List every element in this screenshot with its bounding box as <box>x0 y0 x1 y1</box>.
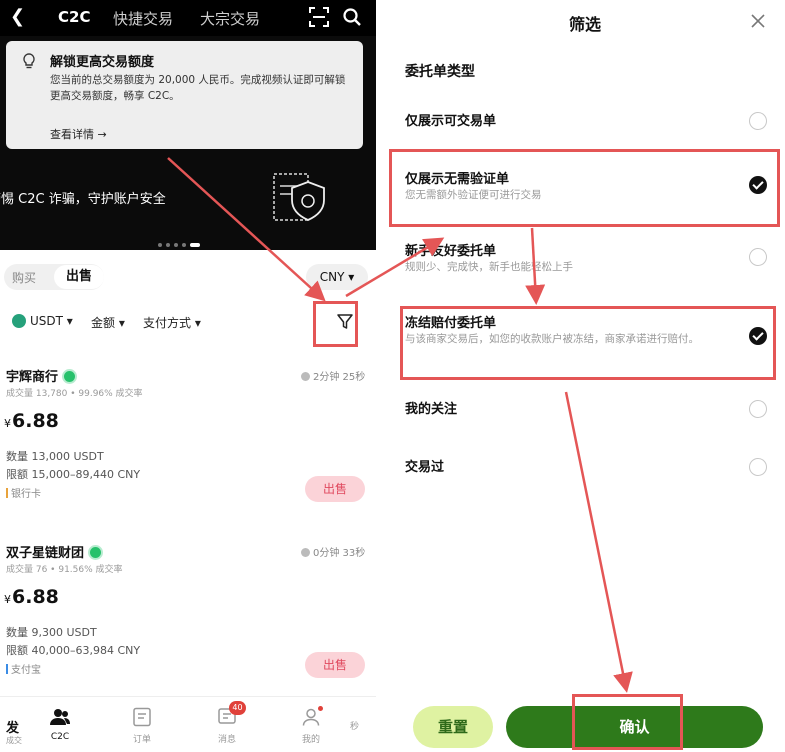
price: ¥6.88 <box>4 586 59 608</box>
payment-method-text: 支付宝 <box>11 665 41 676</box>
price: ¥6.88 <box>4 410 59 432</box>
top-bar: ❮ C2C 快捷交易 大宗交易 <box>0 0 376 36</box>
buy-sell-toggle: 购买 出售 <box>4 264 104 290</box>
tab-quick-trade[interactable]: 快捷交易 <box>113 8 173 29</box>
sheet-title: 筛选 <box>568 15 601 34</box>
scan-icon[interactable] <box>309 7 329 31</box>
security-shield-icon <box>268 168 338 232</box>
payment-marker <box>6 488 8 498</box>
highlight-confirm-button <box>572 694 683 750</box>
payment-method: 支付宝 <box>6 661 41 676</box>
clock-icon <box>301 548 310 557</box>
carousel-dots <box>158 234 204 253</box>
coin-filter-label: USDT ▾ <box>30 314 73 328</box>
sell-tab[interactable]: 出售 <box>54 265 104 289</box>
option-title: 交易过 <box>405 460 445 475</box>
option-title: 仅展示可交易单 <box>405 114 497 129</box>
carousel-dot-active[interactable] <box>190 242 200 247</box>
response-timer: 2分钟 25秒 <box>301 368 365 383</box>
nav-label: C2C <box>50 732 70 742</box>
section-title: 委托单类型 <box>405 64 475 80</box>
option-radio[interactable] <box>749 400 767 418</box>
payment-method-text: 银行卡 <box>11 489 41 500</box>
limit: 限额 15,000–89,440 CNY <box>6 468 141 481</box>
search-icon[interactable] <box>342 7 362 31</box>
currency-symbol: ¥ <box>4 417 11 430</box>
merchant-name-text: 宇辉商行 <box>6 370 59 385</box>
payment-method: 银行卡 <box>6 485 41 500</box>
response-timer: 0分钟 33秒 <box>301 544 365 559</box>
buy-tab[interactable]: 购买 <box>12 269 36 286</box>
currency-symbol: ¥ <box>4 593 11 606</box>
carousel-dot[interactable] <box>166 242 170 247</box>
notice-body: 您当前的总交易额度为 20,000 人民币。完成视频认证即可解锁更高交易额度，畅… <box>50 74 346 102</box>
price-value: 6.88 <box>12 586 59 608</box>
usdt-icon <box>12 314 26 328</box>
nav-label: 订单 <box>132 735 151 745</box>
sell-button[interactable]: 出售 <box>305 476 365 502</box>
promo-banner: 解锁更高交易额度 您当前的总交易额度为 20,000 人民币。完成视频认证即可解… <box>0 36 376 250</box>
carousel-dot[interactable] <box>158 242 162 247</box>
carousel-dot[interactable] <box>174 242 178 247</box>
reset-button[interactable]: 重置 <box>413 706 493 748</box>
price-value: 6.88 <box>12 410 59 432</box>
notification-dot <box>318 706 323 711</box>
merchant-stats: 成交量 13,780 • 99.96% 成交率 <box>6 389 143 399</box>
clock-icon <box>301 372 310 381</box>
chevron-left-icon[interactable]: ❮ <box>10 6 25 27</box>
nav-profile[interactable]: 我的 <box>281 706 341 745</box>
nav-label: 我的 <box>301 735 320 745</box>
payment-filter[interactable]: 支付方式 ▾ <box>143 314 201 331</box>
payment-marker <box>6 664 8 674</box>
option-radio[interactable] <box>749 112 767 130</box>
partial-listing-title: 发 <box>6 721 20 736</box>
amount-filter[interactable]: 金额 ▾ <box>91 314 125 331</box>
verified-badge-icon <box>88 545 104 560</box>
highlight-freeze-compensation-option <box>400 306 776 380</box>
orders-icon <box>133 707 151 727</box>
quantity: 数量 13,000 USDT <box>6 450 104 463</box>
merchant-name: 宇辉商行 <box>6 366 78 385</box>
banner-slogan: 警惕 C2C 诈骗，守护账户安全 <box>0 192 166 207</box>
highlight-filter-button <box>313 301 358 347</box>
nav-label: 消息 <box>217 735 236 745</box>
merchant-name-text: 双子星链财团 <box>6 546 85 561</box>
option-title: 我的关注 <box>405 402 458 417</box>
option-radio[interactable] <box>749 248 767 266</box>
nav-c2c[interactable]: C2C <box>30 707 90 742</box>
timer-text: 0分钟 33秒 <box>313 548 366 559</box>
option-radio[interactable] <box>749 458 767 476</box>
highlight-no-verification-option <box>389 149 780 227</box>
nav-orders[interactable]: 订单 <box>112 707 172 745</box>
close-icon[interactable] <box>749 12 767 34</box>
tab-c2c[interactable]: C2C <box>58 8 90 26</box>
limit: 限额 40,000–63,984 CNY <box>6 644 141 657</box>
verified-badge-icon <box>62 369 78 384</box>
partial-listing-stats: 成交 <box>6 736 22 745</box>
option-title: 新手友好委托单 <box>405 244 497 259</box>
quota-notice: 解锁更高交易额度 您当前的总交易额度为 20,000 人民币。完成视频认证即可解… <box>6 41 363 149</box>
partial-listing-timer: 秒 <box>350 722 360 732</box>
currency-select[interactable]: CNY ▾ <box>306 264 368 290</box>
carousel-dot[interactable] <box>182 242 186 247</box>
tab-block-trade[interactable]: 大宗交易 <box>200 8 260 29</box>
c2c-market-screen: ❮ C2C 快捷交易 大宗交易 解锁更高交易额度 您当前的总交易额度为 20,0… <box>0 0 376 752</box>
sell-button[interactable]: 出售 <box>305 652 365 678</box>
timer-text: 2分钟 25秒 <box>313 372 366 383</box>
notice-title: 解锁更高交易额度 <box>50 55 155 70</box>
users-icon <box>50 709 70 725</box>
coin-filter[interactable]: USDT ▾ <box>12 314 73 328</box>
merchant-name: 双子星链财团 <box>6 542 104 561</box>
nav-messages[interactable]: 40 消息 <box>197 701 257 745</box>
merchant-stats: 成交量 76 • 91.56% 成交率 <box>6 565 123 575</box>
lightbulb-icon <box>22 53 36 73</box>
option-subtitle: 规则少、完成快，新手也能轻松上手 <box>405 261 573 273</box>
bottom-nav: 发 成交 秒 C2C 订单 40 消息 我的 <box>0 696 376 752</box>
unread-badge: 40 <box>229 701 246 715</box>
quantity: 数量 9,300 USDT <box>6 626 97 639</box>
notice-details-link[interactable]: 查看详情 → <box>50 126 107 142</box>
